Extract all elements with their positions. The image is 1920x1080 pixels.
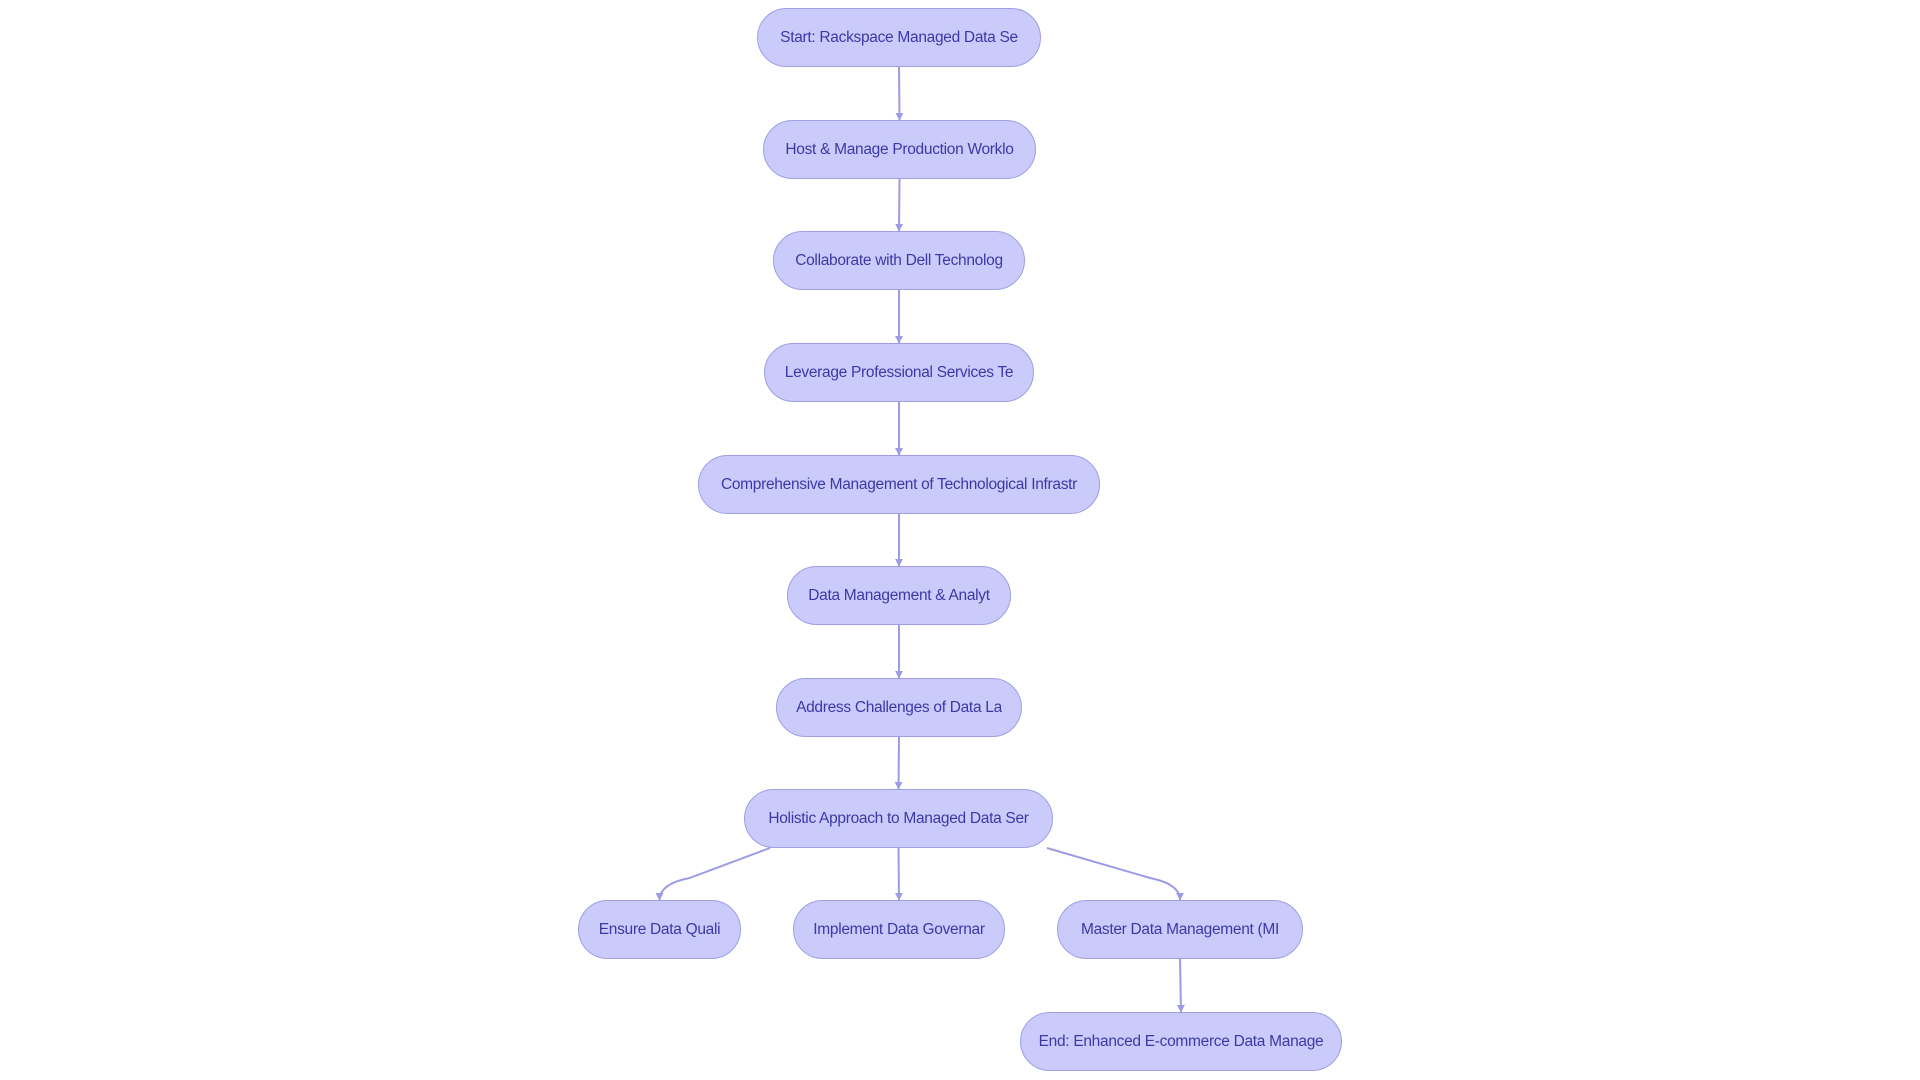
edge-holistic-to-quality [655,847,771,901]
node-label: Implement Data Governar [813,920,985,938]
node-ensure-data-quality[interactable]: Ensure Data Quali [578,900,741,959]
node-collaborate-dell[interactable]: Collaborate with Dell Technolog [773,231,1025,290]
node-master-data-management[interactable]: Master Data Management (MI [1057,900,1303,959]
node-label: Holistic Approach to Managed Data Ser [768,809,1029,827]
node-leverage-professional-services[interactable]: Leverage Professional Services Te [764,343,1034,402]
node-end[interactable]: End: Enhanced E-commerce Data Manage [1020,1012,1342,1071]
node-label: Comprehensive Management of Technologica… [720,475,1078,493]
node-label: Start: Rackspace Managed Data Se [780,28,1018,46]
edge-holistic-to-mdm [1046,847,1184,901]
flowchart-canvas: Start: Rackspace Managed Data Se Host & … [0,0,1920,1080]
node-data-management-analytics[interactable]: Data Management & Analyt [787,566,1011,625]
node-comprehensive-management[interactable]: Comprehensive Management of Technologica… [698,455,1100,514]
edge-host-to-collab [895,178,904,232]
node-label: Address Challenges of Data La [796,698,1002,716]
node-label: Host & Manage Production Worklo [785,140,1014,158]
node-label: Collaborate with Dell Technolog [795,251,1003,269]
edge-address-to-holistic [894,736,903,790]
edge-holistic-to-governance [894,847,903,901]
node-label: Data Management & Analyt [808,586,990,604]
node-label: Ensure Data Quali [598,920,721,938]
node-label: End: Enhanced E-commerce Data Manage [1038,1032,1324,1050]
node-host-manage-workloads[interactable]: Host & Manage Production Worklo [763,120,1036,179]
node-implement-data-governance[interactable]: Implement Data Governar [793,900,1005,959]
node-label: Leverage Professional Services Te [784,363,1014,381]
edge-start-to-host [895,66,904,121]
node-label: Master Data Management (MI [1080,920,1280,938]
node-start[interactable]: Start: Rackspace Managed Data Se [757,8,1041,67]
edge-mdm-to-end [1176,958,1185,1013]
node-holistic-approach[interactable]: Holistic Approach to Managed Data Ser [744,789,1053,848]
node-address-challenges[interactable]: Address Challenges of Data La [776,678,1022,737]
